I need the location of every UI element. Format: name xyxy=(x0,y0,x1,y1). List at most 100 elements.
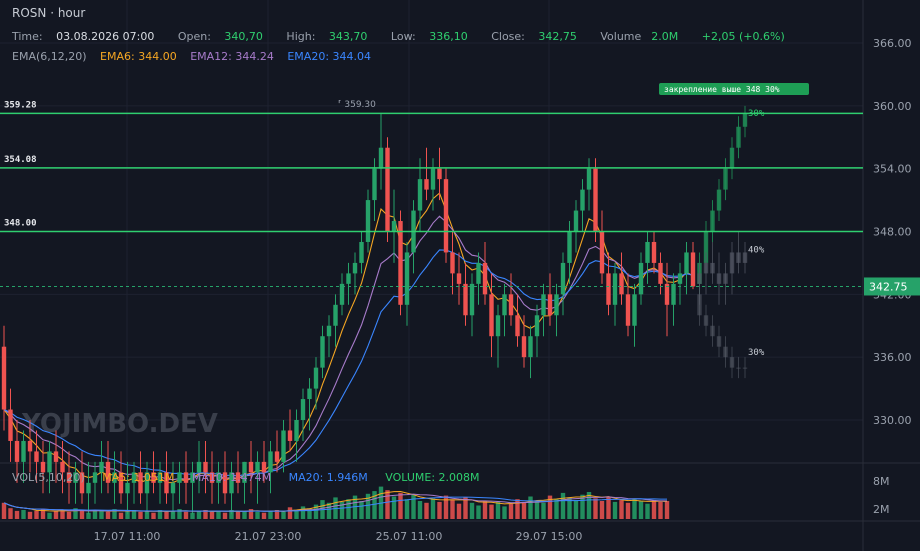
projection-down-candle xyxy=(742,367,748,369)
ema-legend-title: EMA(6,12,20) xyxy=(12,50,87,63)
candle-body xyxy=(430,168,436,190)
volume-bar xyxy=(53,510,59,519)
volume-bar xyxy=(66,511,72,519)
watermark-text: YOJIMBO.DEV xyxy=(21,409,218,439)
candle-body xyxy=(690,252,696,287)
candle-body xyxy=(53,451,59,462)
price-tick-label: 336.00 xyxy=(873,351,912,364)
candle-body xyxy=(671,283,676,305)
projection-up-candle xyxy=(729,147,735,169)
volume-bar xyxy=(125,510,130,519)
volume-bar xyxy=(86,512,91,519)
high-marker: ⸢ 359.30 xyxy=(338,100,376,110)
volume-bar xyxy=(456,503,462,519)
candle-body xyxy=(274,451,280,462)
candle-body xyxy=(495,315,501,337)
volume-bar xyxy=(92,510,98,519)
ema20-value: EMA20: 344.04 xyxy=(287,50,372,63)
candle-body xyxy=(515,315,520,337)
symbol-title: ROSN · hour xyxy=(12,6,86,20)
candle-body xyxy=(385,147,390,232)
candle-body xyxy=(541,294,546,316)
projection-down-candle xyxy=(716,336,722,347)
candle-body xyxy=(320,336,325,368)
candle-body xyxy=(554,294,559,316)
candle-body xyxy=(638,262,644,295)
candle-body xyxy=(47,451,52,473)
projection-flat-candle xyxy=(710,262,715,274)
candle-body xyxy=(294,420,299,441)
level-label: 359.28 xyxy=(4,100,37,110)
projection-flat-candle xyxy=(716,273,722,284)
candle-body xyxy=(489,294,494,337)
high-label: High: xyxy=(286,30,316,43)
projection-down-candle xyxy=(736,367,741,369)
candle-body xyxy=(528,336,533,358)
volume-bar xyxy=(619,500,624,519)
open-label: Open: xyxy=(177,30,211,43)
price-chart[interactable]: YOJIMBO.DEV 30% 40% 30% закрепление выше 34… xyxy=(0,0,920,551)
candle-body xyxy=(359,241,364,263)
candle-body xyxy=(437,168,442,180)
volume-bar xyxy=(658,501,663,519)
projection-down-candle xyxy=(703,315,709,326)
vol-ma20: MA20: 1.946M xyxy=(288,471,368,484)
volume-label: Volume xyxy=(600,30,642,43)
projection-flat-candle xyxy=(729,252,735,274)
candle-body xyxy=(612,273,618,305)
volume-bar xyxy=(469,502,475,519)
volume-bar xyxy=(612,501,618,519)
projection-down-candle xyxy=(723,346,728,358)
volume-bar xyxy=(144,510,150,519)
vol-legend-title: VOL(5,10,20) xyxy=(12,471,85,484)
volume-bar xyxy=(521,501,527,519)
candle-body xyxy=(1,346,7,410)
candle-body xyxy=(567,231,572,263)
volume-bar xyxy=(281,511,286,519)
candle-body xyxy=(287,430,293,441)
candle-body xyxy=(372,168,377,201)
symbol-title-row: ROSN · hour xyxy=(12,6,95,20)
candle-body xyxy=(365,200,371,242)
volume-bar xyxy=(14,510,20,519)
candle-body xyxy=(580,189,585,211)
projection-down-candle xyxy=(729,357,735,368)
ema-lines xyxy=(3,192,694,484)
volume-bar xyxy=(255,511,260,519)
candle-body xyxy=(664,283,670,305)
volume-bar xyxy=(495,501,501,519)
volume-bar xyxy=(482,501,488,519)
candle-body xyxy=(339,283,345,305)
candle-body xyxy=(333,304,338,326)
volume-bar xyxy=(209,511,215,519)
projection-up-candle xyxy=(710,210,715,232)
volume-bar xyxy=(300,506,306,519)
candle-body xyxy=(651,241,657,263)
price-axis: 330.00336.00342.00348.00354.00360.00366.… xyxy=(864,37,920,516)
volume-bar xyxy=(8,508,13,519)
volume-bar xyxy=(105,511,111,519)
vol-ma5: MA5: 1.051M xyxy=(102,471,175,484)
candle-body xyxy=(268,451,273,473)
volume-bar xyxy=(599,501,605,519)
candle-body xyxy=(502,294,507,316)
volume-bar xyxy=(508,503,514,519)
volume-bar xyxy=(242,510,247,519)
candle-body xyxy=(27,440,33,452)
volume-bar xyxy=(359,501,364,519)
time-tick-label: 29.07 15:00 xyxy=(516,530,583,543)
volume-bar xyxy=(645,503,650,519)
high-value: 343,70 xyxy=(328,30,368,43)
candle-body xyxy=(307,388,312,400)
volume-tick-label: 2M xyxy=(873,503,890,516)
candle-body xyxy=(658,262,663,284)
volume-bar xyxy=(424,502,429,519)
volume-legend: VOL(5,10,20) MA5: 1.051M MA10: 1.474M MA… xyxy=(12,471,494,484)
volume-bar xyxy=(437,501,442,519)
time-label: Time: xyxy=(12,30,43,43)
price-tick-label: 354.00 xyxy=(873,163,912,176)
candle-body xyxy=(456,273,462,284)
volume-bar xyxy=(151,512,156,519)
candle-body xyxy=(593,168,598,232)
candle-body xyxy=(404,252,410,305)
